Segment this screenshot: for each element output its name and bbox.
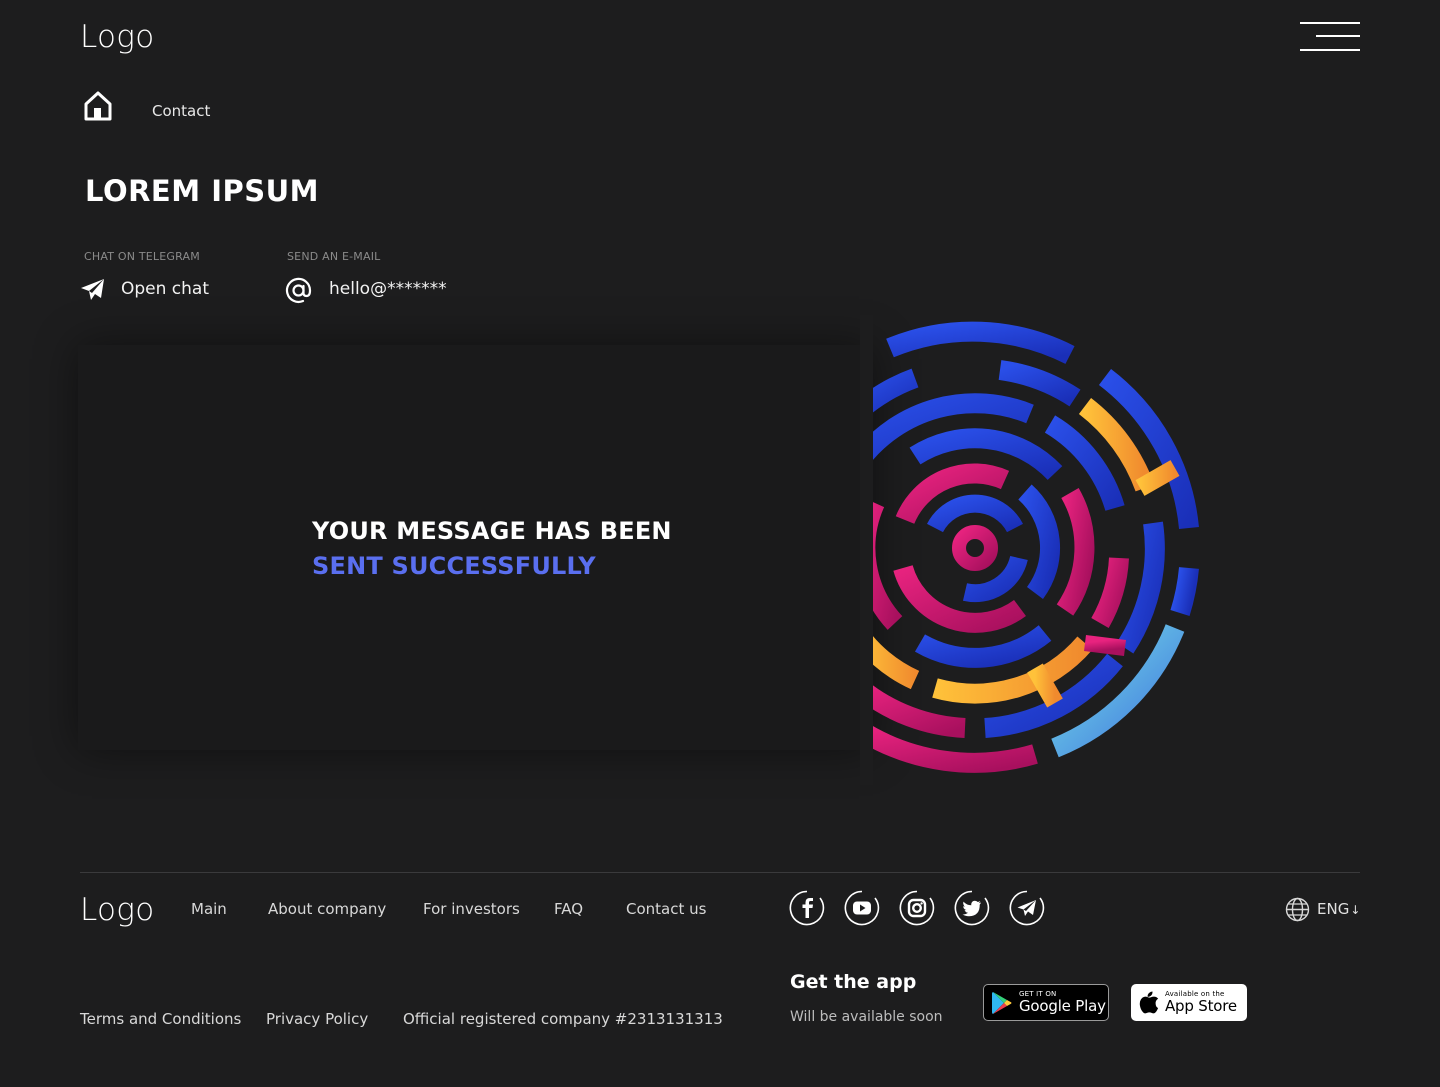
page-title: LOREM IPSUM <box>85 174 320 208</box>
telegram-social-icon[interactable] <box>1009 890 1045 926</box>
arrow-down-icon: ↓ <box>1350 903 1361 917</box>
app-store-big-text: App Store <box>1165 997 1237 1015</box>
apple-icon <box>1139 991 1159 1014</box>
footer-nav-contact-us[interactable]: Contact us <box>626 900 706 918</box>
app-store-button[interactable]: Available on the App Store <box>1131 984 1247 1021</box>
footer-nav-for-investors[interactable]: For investors <box>423 900 520 918</box>
registered-company-link[interactable]: Official registered company #2313131313 <box>403 1010 723 1028</box>
instagram-icon[interactable] <box>899 890 935 926</box>
google-play-big-text: Google Play <box>1019 997 1106 1015</box>
twitter-icon[interactable] <box>954 890 990 926</box>
get-app-title: Get the app <box>790 971 917 993</box>
footer-nav-about-company[interactable]: About company <box>268 900 386 918</box>
success-message: YOUR MESSAGE HAS BEEN SENT SUCCESSFULLY <box>312 514 672 584</box>
google-play-button[interactable]: GET IT ON Google Play <box>983 984 1109 1021</box>
success-message-line1: YOUR MESSAGE HAS BEEN <box>312 517 672 545</box>
menu-icon[interactable] <box>1300 20 1360 54</box>
terms-link[interactable]: Terms and Conditions <box>80 1010 241 1028</box>
telegram-caption: CHAT ON TELEGRAM <box>84 250 200 263</box>
telegram-icon[interactable] <box>80 277 106 303</box>
at-icon <box>285 277 312 304</box>
facebook-icon[interactable] <box>789 890 825 926</box>
language-label: ENG <box>1317 900 1350 918</box>
language-selector[interactable]: ENG ↓ <box>1285 896 1360 922</box>
header-logo[interactable]: Logo <box>80 19 154 55</box>
globe-icon <box>1285 897 1310 921</box>
open-chat-link[interactable]: Open chat <box>121 279 209 299</box>
google-play-icon <box>992 991 1012 1014</box>
footer-divider <box>80 872 1360 873</box>
breadcrumb-current: Contact <box>152 102 211 120</box>
get-app-subtitle: Will be available soon <box>790 1009 943 1025</box>
privacy-link[interactable]: Privacy Policy <box>266 1010 368 1028</box>
home-icon[interactable] <box>82 90 114 122</box>
footer-nav-faq[interactable]: FAQ <box>554 900 583 918</box>
footer-nav-main[interactable]: Main <box>191 900 227 918</box>
email-link[interactable]: hello@******* <box>329 279 447 299</box>
success-message-line2: SENT SUCCESSFULLY <box>312 552 596 580</box>
email-caption: SEND AN E-MAIL <box>287 250 381 263</box>
youtube-icon[interactable] <box>844 890 880 926</box>
maze-illustration <box>852 315 1220 785</box>
footer-logo[interactable]: Logo <box>80 892 154 928</box>
